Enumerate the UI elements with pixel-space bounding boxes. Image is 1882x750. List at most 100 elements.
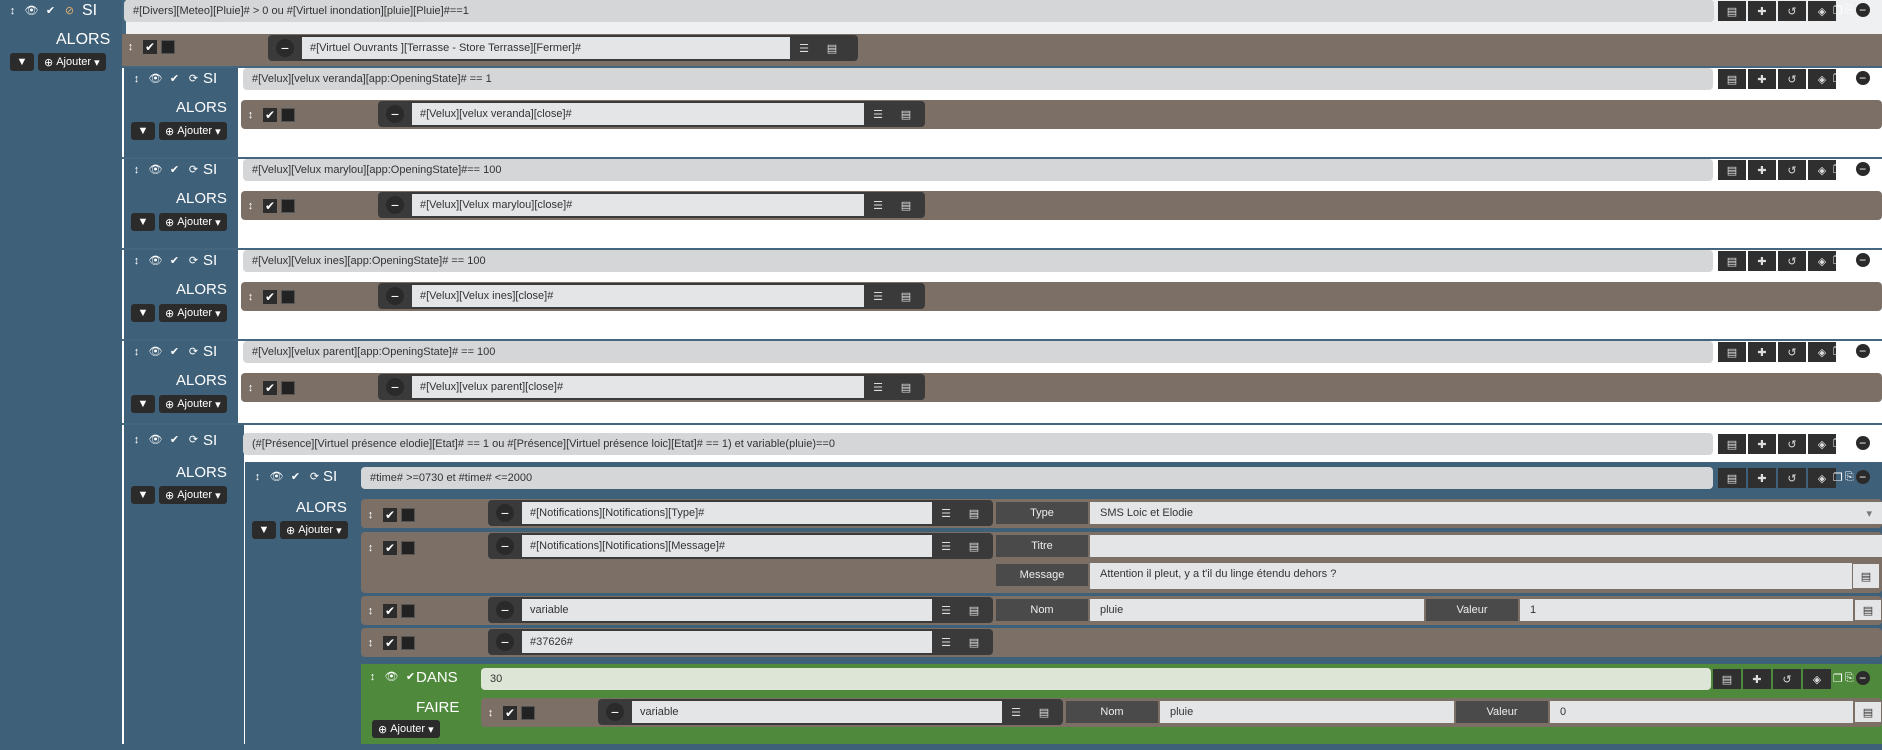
minus-circle-icon[interactable]: −: [496, 601, 514, 619]
move-icon[interactable]: ↕: [242, 106, 259, 123]
list-icon[interactable]: ☰: [864, 195, 892, 215]
card-icon[interactable]: ▤: [1718, 342, 1746, 362]
list-icon[interactable]: ☰: [932, 600, 960, 620]
action-command[interactable]: #[Velux][velux veranda][close]#: [412, 103, 864, 125]
enable-checkbox[interactable]: [521, 705, 535, 720]
move-icon[interactable]: ↕: [364, 668, 381, 685]
caret-down-icon[interactable]: ▼: [131, 486, 155, 504]
eye-icon[interactable]: 👁: [147, 431, 164, 448]
history-icon[interactable]: ↺: [1778, 468, 1806, 488]
list-icon[interactable]: ☰: [932, 536, 960, 556]
enable-checkbox[interactable]: [281, 380, 295, 395]
enable-checkbox[interactable]: [281, 289, 295, 304]
card-icon[interactable]: ▤: [960, 600, 988, 620]
cube-icon[interactable]: ◈: [1808, 69, 1836, 89]
ajouter-button[interactable]: ⊕ Ajouter ▾: [159, 486, 227, 504]
minus-circle-icon[interactable]: −: [1855, 71, 1870, 85]
condition-input[interactable]: #[Velux][velux veranda][app:OpeningState…: [243, 68, 1713, 90]
copy-icon[interactable]: ❐: [1833, 672, 1843, 685]
nom-input[interactable]: pluie: [1090, 599, 1424, 621]
cube-icon[interactable]: ◈: [1808, 160, 1836, 180]
caret-down-icon[interactable]: ▼: [131, 213, 155, 231]
minus-circle-icon[interactable]: −: [1855, 671, 1870, 685]
refresh-icon[interactable]: ⟳: [185, 252, 202, 269]
minus-circle-icon[interactable]: −: [386, 378, 404, 396]
copy-icon[interactable]: ❐: [1833, 4, 1843, 17]
condition-input[interactable]: #[Velux][Velux marylou][app:OpeningState…: [243, 159, 1713, 181]
move-icon[interactable]: ↕: [362, 634, 379, 651]
card-icon[interactable]: ▤: [1718, 468, 1746, 488]
refresh-icon[interactable]: ⟳: [306, 468, 323, 485]
action-command[interactable]: #[Notifications][Notifications][Message]…: [522, 535, 932, 557]
card-icon[interactable]: ▤: [960, 632, 988, 652]
ajouter-button[interactable]: ⊕ Ajouter ▾: [159, 395, 227, 413]
move-icon[interactable]: ↕: [242, 379, 259, 396]
check-icon[interactable]: ✔: [263, 198, 277, 213]
refresh-icon[interactable]: ⟳: [185, 161, 202, 178]
move-icon[interactable]: ↕: [362, 506, 379, 523]
check-icon[interactable]: ✔: [263, 107, 277, 122]
list-icon[interactable]: ☰: [932, 632, 960, 652]
ajouter-button[interactable]: ⊕ Ajouter ▾: [38, 53, 106, 71]
history-icon[interactable]: ↺: [1778, 160, 1806, 180]
minus-circle-icon[interactable]: −: [1855, 253, 1870, 267]
check-icon[interactable]: ✔: [503, 705, 517, 720]
ajouter-button[interactable]: ⊕ Ajouter ▾: [159, 213, 227, 231]
ajouter-button[interactable]: ⊕ Ajouter ▾: [372, 720, 440, 738]
list-icon[interactable]: ☰: [932, 503, 960, 523]
move-icon[interactable]: ↕: [128, 343, 145, 360]
enable-checkbox[interactable]: [281, 107, 295, 122]
copy-icon[interactable]: ❐: [1833, 72, 1843, 85]
condition-input[interactable]: #[Divers][Meteo][Pluie]# > 0 ou #[Virtue…: [124, 0, 1714, 22]
card-icon[interactable]: ▤: [1713, 669, 1741, 689]
action-command[interactable]: #[Virtuel Ouvrants ][Terrasse - Store Te…: [302, 37, 790, 59]
minus-circle-icon[interactable]: −: [496, 537, 514, 555]
ajouter-button[interactable]: ⊕ Ajouter ▾: [280, 521, 348, 539]
history-icon[interactable]: ↺: [1778, 251, 1806, 271]
enable-checkbox[interactable]: [401, 603, 415, 618]
card-icon[interactable]: ▤: [892, 104, 920, 124]
check-icon[interactable]: ✔: [143, 39, 157, 54]
message-textarea[interactable]: Attention il pleut, y a t'il du linge ét…: [1090, 563, 1852, 589]
minus-circle-icon[interactable]: −: [1855, 162, 1870, 176]
action-command[interactable]: #[Velux][Velux ines][close]#: [412, 285, 864, 307]
puzzle-icon[interactable]: ✚: [1748, 69, 1776, 89]
condition-input[interactable]: (#[Présence][Virtuel présence elodie][Et…: [243, 433, 1713, 455]
minus-circle-icon[interactable]: −: [386, 196, 404, 214]
minus-circle-icon[interactable]: −: [1855, 470, 1870, 484]
enable-checkbox[interactable]: [161, 39, 175, 54]
puzzle-icon[interactable]: ✚: [1743, 669, 1771, 689]
minus-circle-icon[interactable]: −: [606, 703, 624, 721]
cube-icon[interactable]: ◈: [1808, 342, 1836, 362]
puzzle-icon[interactable]: ✚: [1748, 434, 1776, 454]
action-command[interactable]: #[Notifications][Notifications][Type]#: [522, 502, 932, 524]
minus-circle-icon[interactable]: −: [1855, 344, 1870, 358]
copy-icon[interactable]: ❐: [1833, 437, 1843, 450]
paste-icon[interactable]: ⎘: [1845, 672, 1854, 685]
minus-circle-icon[interactable]: −: [1855, 436, 1870, 450]
card-icon[interactable]: ▤: [892, 195, 920, 215]
paste-icon[interactable]: ⎘: [1845, 254, 1854, 267]
list-icon[interactable]: ☰: [864, 104, 892, 124]
condition-input[interactable]: #[Velux][Velux ines][app:OpeningState]# …: [243, 250, 1713, 272]
card-icon[interactable]: ▤: [1718, 1, 1746, 21]
minus-circle-icon[interactable]: −: [386, 287, 404, 305]
refresh-icon[interactable]: ⟳: [185, 431, 202, 448]
cube-icon[interactable]: ◈: [1808, 434, 1836, 454]
card-icon[interactable]: ▤: [1855, 702, 1881, 722]
paste-icon[interactable]: ⎘: [1845, 72, 1854, 85]
check-icon[interactable]: ✔: [42, 2, 59, 19]
minus-circle-icon[interactable]: −: [1855, 3, 1870, 17]
eye-icon[interactable]: 👁: [383, 668, 400, 685]
action-command[interactable]: #[Velux][Velux marylou][close]#: [412, 194, 864, 216]
puzzle-icon[interactable]: ✚: [1748, 1, 1776, 21]
paste-icon[interactable]: ⎘: [1845, 163, 1854, 176]
move-icon[interactable]: ↕: [122, 38, 139, 55]
card-icon[interactable]: ▤: [1853, 564, 1879, 588]
valeur-input[interactable]: 1: [1520, 599, 1853, 621]
check-icon[interactable]: ✔: [166, 431, 183, 448]
move-icon[interactable]: ↕: [128, 431, 145, 448]
move-icon[interactable]: ↕: [362, 602, 379, 619]
check-icon[interactable]: ✔: [383, 507, 397, 522]
list-icon[interactable]: ☰: [864, 377, 892, 397]
